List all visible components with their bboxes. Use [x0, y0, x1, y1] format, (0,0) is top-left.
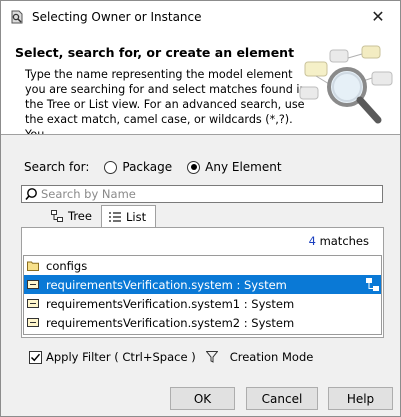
filter-icon[interactable] [205, 351, 218, 363]
header-description: Type the name representing the model ele… [25, 68, 307, 135]
radio-any-element[interactable]: Any Element [187, 160, 282, 174]
window-title: Selecting Owner or Instance [32, 9, 202, 24]
filter-row: Apply Filter ( Ctrl+Space ) Creation Mod… [29, 348, 313, 366]
check-icon [30, 353, 41, 361]
list-item[interactable]: requirementsVerification.system1 : Syste… [24, 294, 381, 313]
apply-filter-label[interactable]: Apply Filter ( Ctrl+Space ) [46, 350, 196, 364]
apply-filter-checkbox[interactable] [29, 350, 42, 364]
tree-icon [51, 210, 63, 222]
button-bar: OK Cancel Help [1, 382, 400, 416]
radio-package[interactable]: Package [104, 160, 172, 174]
app-icon [10, 10, 24, 24]
search-for-row: Search for: Package Any Element [24, 157, 282, 177]
radio-button-any-element[interactable] [187, 160, 201, 174]
list-item-label: requirementsVerification.system : System [46, 277, 287, 292]
match-count-suffix: matches [319, 234, 369, 248]
header-title: Select, search for, or create an element [15, 45, 295, 60]
radio-label-package: Package [122, 160, 173, 174]
match-count-number: 4 [308, 234, 316, 248]
search-illustration-icon [299, 45, 393, 124]
folder-icon [27, 261, 39, 271]
list-item-label: requirementsVerification.system1 : Syste… [46, 296, 295, 311]
close-icon: ✕ [371, 7, 385, 26]
help-button[interactable]: Help [328, 387, 393, 410]
tab-tree[interactable]: Tree [31, 206, 101, 226]
tab-list-label: List [126, 210, 147, 224]
creation-mode-button[interactable]: Creation Mode [230, 350, 314, 364]
list-item-label: configs [46, 258, 88, 273]
cancel-button[interactable]: Cancel [246, 387, 318, 410]
dialog-window: Selecting Owner or Instance ✕ Select, se… [0, 0, 401, 417]
instance-icon [27, 299, 39, 308]
title-bar: Selecting Owner or Instance ✕ [1, 1, 400, 32]
tab-list[interactable]: List [101, 205, 156, 228]
list-item[interactable]: requirementsVerification.system : System [24, 275, 381, 294]
close-button[interactable]: ✕ [356, 1, 400, 32]
match-count: 4 matches [309, 234, 369, 248]
list-item-label: requirementsVerification.system2 : Syste… [46, 315, 295, 330]
header-panel: Select, search for, or create an element… [1, 32, 400, 135]
list-item[interactable]: requirementsVerification.system2 : Syste… [24, 313, 381, 332]
search-icon [25, 188, 37, 201]
search-field[interactable] [21, 185, 383, 203]
radio-label-any-element: Any Element [205, 160, 282, 174]
instance-icon [27, 280, 39, 289]
results-list: configs requirementsVerification.system … [23, 255, 382, 335]
list-item[interactable]: configs [24, 256, 381, 275]
instance-icon [27, 318, 39, 327]
search-for-label: Search for: [24, 160, 90, 174]
results-panel: 4 matches configs requirementsVerificati… [21, 227, 384, 338]
search-input[interactable] [39, 186, 382, 202]
show-in-tree-icon[interactable] [366, 278, 379, 291]
list-icon [109, 212, 121, 222]
tab-tree-label: Tree [68, 209, 92, 223]
radio-button-package[interactable] [104, 160, 118, 174]
ok-button[interactable]: OK [170, 387, 235, 410]
